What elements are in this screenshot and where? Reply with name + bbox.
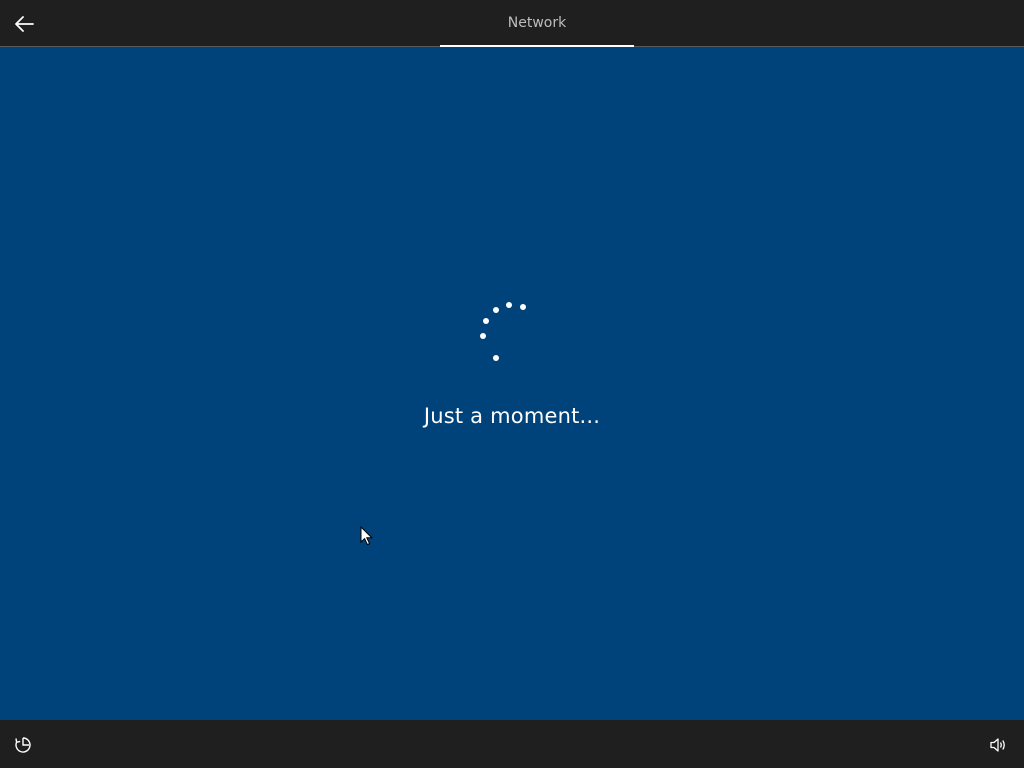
- bottom-bar: [0, 720, 1024, 768]
- back-arrow-icon: [15, 16, 34, 32]
- tab-network[interactable]: Network: [440, 0, 634, 46]
- tab-network-label: Network: [507, 15, 567, 31]
- tab-active-indicator: [440, 45, 634, 47]
- spinner-dot: [480, 333, 486, 339]
- volume-icon: [990, 738, 1005, 752]
- spinner-dot: [493, 307, 499, 313]
- ease-of-access-button[interactable]: [10, 732, 36, 758]
- loading-dots-icon: [480, 302, 526, 361]
- top-bar: Network: [0, 0, 1024, 47]
- oobe-screen: Network Just a moment...: [0, 0, 1024, 768]
- spinner-dot: [493, 355, 499, 361]
- back-button[interactable]: [8, 8, 40, 40]
- spinner-dot: [483, 318, 489, 324]
- status-message: Just a moment...: [423, 404, 601, 428]
- spinner-dot: [506, 302, 512, 308]
- ease-of-access-icon: [15, 737, 31, 753]
- spinner-dot: [520, 304, 526, 310]
- mouse-pointer-icon: [360, 525, 374, 550]
- volume-button[interactable]: [984, 732, 1012, 758]
